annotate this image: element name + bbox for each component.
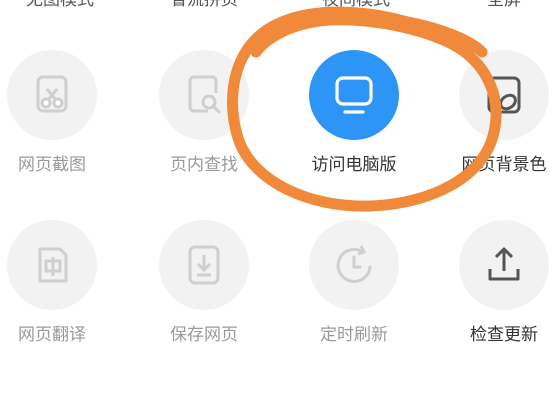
tool-circle — [309, 220, 399, 310]
tool-label: 网页截图 — [18, 155, 86, 175]
tool-background-color[interactable]: 网页背景色 — [444, 50, 552, 200]
tool-label: 页内查找 — [170, 155, 238, 175]
find-in-page-icon — [188, 75, 221, 114]
tool-label: 网页背景色 — [461, 155, 547, 175]
tool-label: 检查更新 — [470, 325, 538, 345]
tool-label: 网页翻译 — [18, 325, 86, 345]
desktop-monitor-icon — [335, 76, 373, 114]
tool-circle-active — [309, 50, 399, 140]
top-label-4: 全屏 — [487, 0, 521, 10]
top-label-1: 无图模式 — [26, 0, 94, 10]
tool-translate[interactable]: 网页翻译 — [0, 220, 112, 370]
top-label-2: 省流拼页 — [170, 0, 238, 10]
translate-icon — [38, 247, 68, 283]
background-color-icon — [487, 76, 521, 114]
tool-circle — [459, 50, 549, 140]
tool-web-screenshot[interactable]: 网页截图 — [0, 50, 112, 200]
tool-desktop-version[interactable]: 访问电脑版 — [294, 50, 414, 200]
tool-find-in-page[interactable]: 页内查找 — [144, 50, 264, 200]
upload-update-icon — [488, 247, 520, 281]
timer-refresh-icon — [336, 245, 372, 283]
save-page-icon — [188, 245, 220, 285]
tool-save-page[interactable]: 保存网页 — [144, 220, 264, 370]
tool-circle — [159, 50, 249, 140]
top-row-partial: 无图模式 省流拼页 夜间模式 全屏 — [0, 0, 552, 14]
screenshot-scissors-icon — [36, 75, 68, 113]
tool-check-update[interactable]: 检查更新 — [444, 220, 552, 370]
tool-timed-refresh[interactable]: 定时刷新 — [294, 220, 414, 370]
top-label-3: 夜间模式 — [322, 0, 390, 10]
tool-circle — [459, 220, 549, 310]
tool-label: 定时刷新 — [320, 325, 388, 345]
tool-circle — [159, 220, 249, 310]
tool-circle — [7, 220, 97, 310]
tool-circle — [7, 50, 97, 140]
tool-label: 保存网页 — [170, 325, 238, 345]
tool-label: 访问电脑版 — [311, 155, 397, 175]
